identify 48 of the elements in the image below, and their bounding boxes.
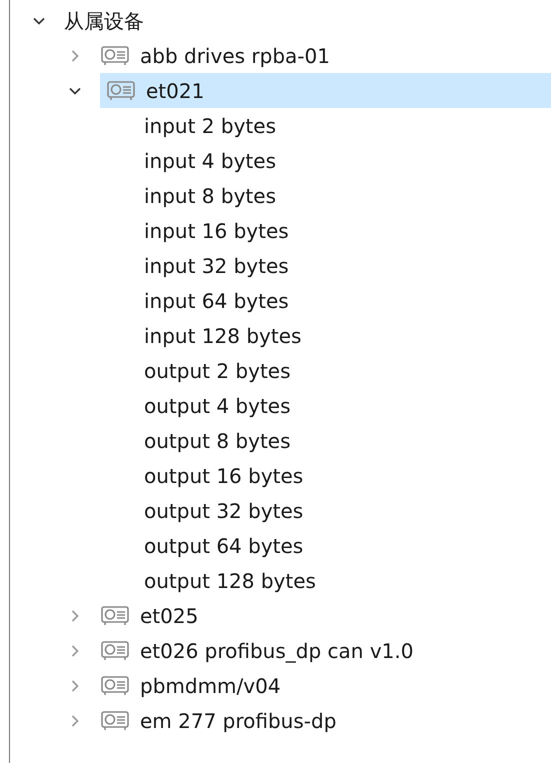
tree-item[interactable]: input 32 bytes: [144, 248, 551, 283]
tree-item[interactable]: input 16 bytes: [144, 213, 551, 248]
device-icon: [100, 710, 130, 732]
tree-item-label: output 32 bytes: [144, 498, 304, 524]
tree-item[interactable]: input 128 bytes: [144, 318, 551, 353]
tree-item[interactable]: abb drives rpba-01: [100, 38, 551, 73]
tree-item-label: et025: [140, 602, 198, 630]
tree-item-label: input 32 bytes: [144, 252, 289, 280]
tree-item-label: em 277 profibus-dp: [140, 708, 336, 734]
tree-item-label: 从属设备: [64, 8, 144, 34]
tree-item[interactable]: output 2 bytes: [144, 353, 551, 388]
tree-item[interactable]: et026 profibus_dp can v1.0: [100, 633, 551, 668]
tree-item-label: input 128 bytes: [144, 322, 302, 350]
tree-item-label: output 16 bytes: [144, 462, 304, 490]
tree-item-label: input 8 bytes: [144, 182, 276, 210]
tree-item-label: abb drives rpba-01: [140, 42, 330, 70]
tree-item[interactable]: input 8 bytes: [144, 178, 551, 213]
device-icon: [106, 80, 136, 102]
tree-item[interactable]: output 16 bytes: [144, 458, 551, 493]
tree-item-label: input 16 bytes: [144, 218, 289, 244]
tree-item[interactable]: pbmdmm/v04: [100, 668, 551, 703]
tree-item[interactable]: output 64 bytes: [144, 528, 551, 563]
tree-item-label: output 64 bytes: [144, 532, 304, 560]
device-icon: [100, 44, 130, 66]
tree-item-label: input 2 bytes: [144, 112, 276, 140]
tree-item[interactable]: input 64 bytes: [144, 283, 551, 318]
tree-item[interactable]: output 128 bytes: [144, 563, 551, 598]
tree-item[interactable]: em 277 profibus-dp: [100, 703, 551, 738]
tree-item-label: pbmdmm/v04: [140, 672, 281, 700]
tree-item[interactable]: input 4 bytes: [144, 143, 551, 178]
device-icon: [100, 674, 130, 696]
device-icon: [100, 604, 130, 626]
tree-item[interactable]: output 8 bytes: [144, 423, 551, 458]
tree-item[interactable]: output 4 bytes: [144, 388, 551, 423]
tree-item-label: et026 profibus_dp can v1.0: [140, 638, 414, 665]
tree-item-label: input 64 bytes: [144, 288, 289, 314]
tree-item-label: et021: [146, 78, 204, 104]
tree-item[interactable]: et021: [100, 73, 551, 108]
device-icon: [100, 640, 130, 662]
tree-item[interactable]: input 2 bytes: [144, 108, 551, 143]
tree-item-label: output 4 bytes: [144, 392, 291, 420]
tree-item-label: output 8 bytes: [144, 428, 291, 454]
tree-item[interactable]: et025: [100, 598, 551, 633]
tree-item[interactable]: 从属设备: [64, 3, 551, 38]
tree-item-label: output 2 bytes: [144, 358, 291, 384]
tree-item[interactable]: output 32 bytes: [144, 493, 551, 528]
tree-item-label: input 4 bytes: [144, 148, 276, 174]
tree-item-label: output 128 bytes: [144, 568, 316, 594]
